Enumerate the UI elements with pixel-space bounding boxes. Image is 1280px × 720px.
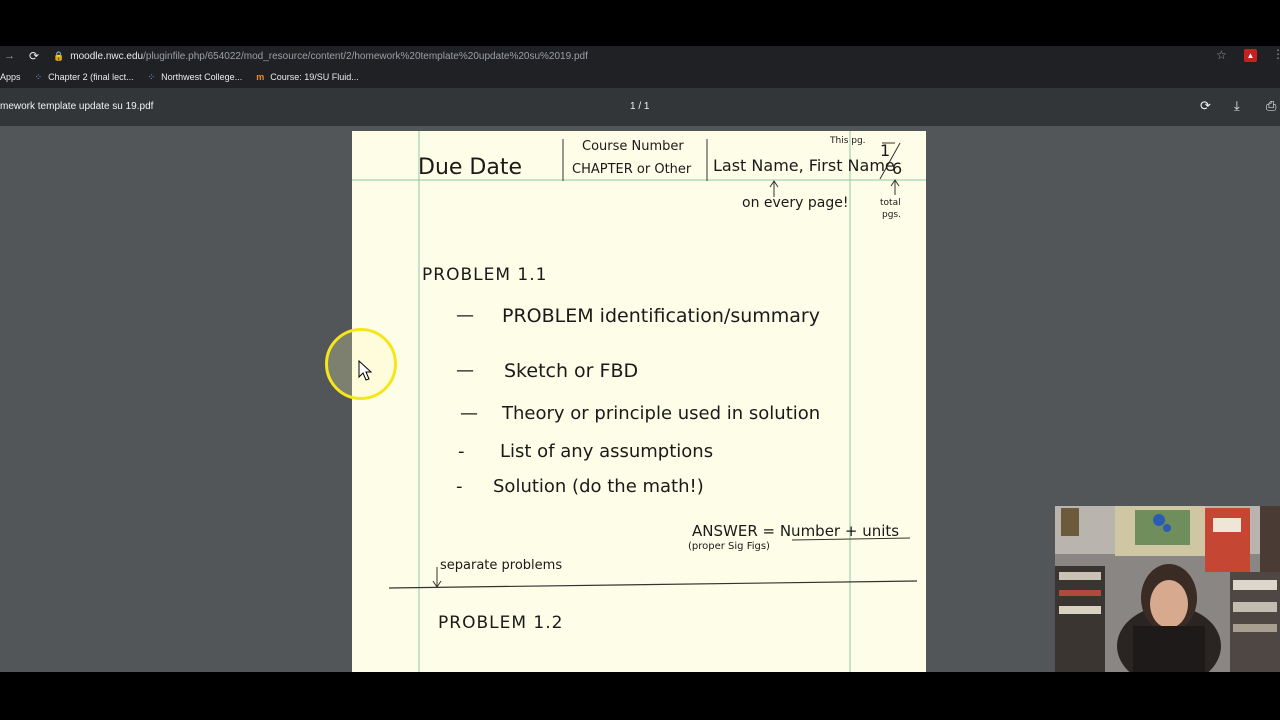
problem-item-solution: Solution (do the math!) xyxy=(493,476,704,497)
bookmark-label: Chapter 2 (final lect... xyxy=(48,72,134,82)
mouse-cursor-icon xyxy=(358,360,373,381)
download-icon[interactable]: ⤓ xyxy=(1234,98,1240,114)
rotate-icon[interactable]: ⟳ xyxy=(1200,98,1211,114)
problem-1-1-title: PROBLEM 1.1 xyxy=(422,265,548,285)
pdf-file-title: mework template update su 19.pdf xyxy=(0,101,154,112)
problem-item-identification: PROBLEM identification/summary xyxy=(502,305,820,327)
dash-5: - xyxy=(456,476,463,497)
separate-problems-note: separate problems xyxy=(440,558,563,573)
lock-icon[interactable]: 🔒 xyxy=(53,51,64,62)
bookmark-star-icon[interactable]: ☆ xyxy=(1216,48,1227,62)
moodle-icon: ⁘ xyxy=(34,71,43,82)
bookmark-northwest-college[interactable]: ⁘ Northwest College... xyxy=(148,72,243,83)
bookmark-course-fluid[interactable]: m Course: 19/SU Fluid... xyxy=(256,72,359,82)
bookmark-label: Apps xyxy=(0,72,21,82)
url-text[interactable]: moodle.nwc.edu/pluginfile.php/654022/mod… xyxy=(70,51,588,62)
bookmark-label: Northwest College... xyxy=(161,72,243,82)
menu-icon[interactable]: ⋮ xyxy=(1272,47,1280,61)
bookmark-label: Course: 19/SU Fluid... xyxy=(270,72,359,82)
dash-3: — xyxy=(460,403,478,424)
screen: → ⟳ 🔒 moodle.nwc.edu/pluginfile.php/6540… xyxy=(0,0,1280,720)
dash-1: — xyxy=(456,305,474,326)
url-domain: moodle.nwc.edu xyxy=(70,50,144,62)
total-pages-note-2: pgs. xyxy=(882,210,901,220)
pdf-toolbar: mework template update su 19.pdf 1 / 1 ⟳… xyxy=(0,88,1280,126)
answer-label: ANSWER = Number + units xyxy=(692,522,900,540)
print-icon[interactable]: ⎙ xyxy=(1266,98,1276,114)
answer-sig-figs-note: (proper Sig Figs) xyxy=(688,541,770,552)
course-number-label: Course Number xyxy=(582,139,684,154)
moodle-icon: ⁘ xyxy=(147,71,156,82)
forward-icon[interactable]: → xyxy=(4,50,15,62)
problem-item-assumptions: List of any assumptions xyxy=(500,441,714,462)
reload-icon[interactable]: ⟳ xyxy=(29,49,39,63)
bookmarks-bar: Apps ⁘ Chapter 2 (final lect... ⁘ Northw… xyxy=(0,66,1280,88)
problem-item-theory: Theory or principle used in solution xyxy=(502,403,821,424)
name-label: Last Name, First Name xyxy=(713,156,895,175)
problem-item-sketch: Sketch or FBD xyxy=(504,360,639,382)
bookmark-apps[interactable]: Apps xyxy=(0,72,21,82)
webcam-video-overlay xyxy=(1055,506,1280,672)
total-pages-note-1: total xyxy=(880,198,901,208)
pdf-page: Due Date Course Number CHAPTER or Other … xyxy=(352,131,926,672)
problem-1-2-title: PROBLEM 1.2 xyxy=(438,613,564,633)
chapter-label: CHAPTER or Other xyxy=(572,162,692,177)
bookmark-chapter-2[interactable]: ⁘ Chapter 2 (final lect... xyxy=(35,72,134,83)
page-fraction-denominator: 6 xyxy=(892,159,903,178)
page-indicator: 1 / 1 xyxy=(630,101,650,112)
due-date-label: Due Date xyxy=(418,155,522,180)
dash-2: — xyxy=(456,360,474,381)
every-page-note: on every page! xyxy=(742,195,849,211)
url-path: /pluginfile.php/654022/mod_resource/cont… xyxy=(143,50,588,62)
page-lines xyxy=(352,131,926,672)
acrobat-extension-icon[interactable]: ▲ xyxy=(1244,49,1257,62)
page-fraction-numerator: 1 xyxy=(880,141,891,160)
this-page-note: This pg. xyxy=(830,136,866,146)
bottom-black-bar xyxy=(0,672,1280,720)
course-icon: m xyxy=(256,72,265,82)
presenter-video-image xyxy=(1055,506,1280,672)
address-bar[interactable]: → ⟳ 🔒 moodle.nwc.edu/pluginfile.php/6540… xyxy=(0,46,1280,66)
dash-4: - xyxy=(458,441,465,462)
